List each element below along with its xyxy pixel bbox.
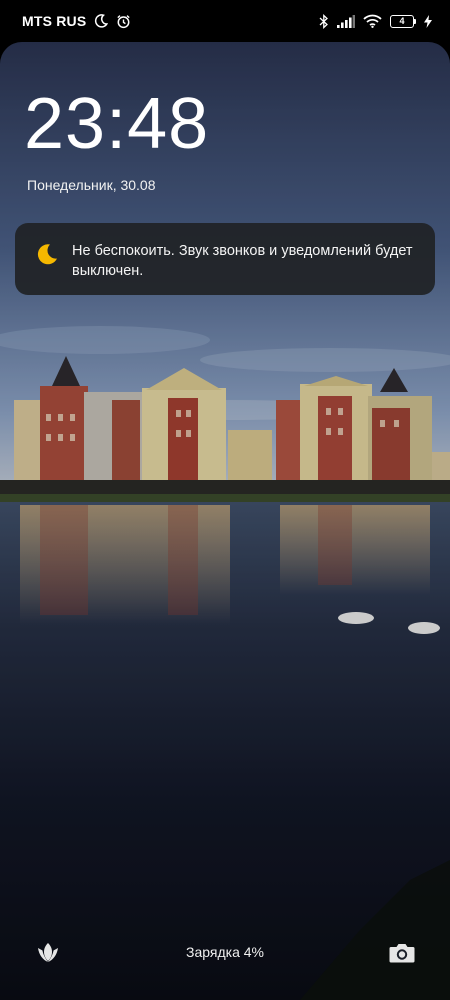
battery-icon: 4: [390, 14, 416, 28]
status-bar: MTS RUS 4: [0, 0, 450, 42]
camera-icon[interactable]: [388, 940, 416, 966]
carrier-label: MTS RUS: [22, 13, 87, 29]
lock-date: Понедельник, 30.08: [27, 177, 156, 193]
charging-bolt-icon: [424, 14, 432, 28]
notification-text: Не беспокоить. Звук звонков и уведомлени…: [72, 243, 413, 279]
wifi-icon: [363, 14, 382, 28]
charging-status: Зарядка 4%: [186, 944, 264, 960]
alarm-icon: [116, 14, 131, 29]
dnd-notification[interactable]: Не беспокоить. Звук звонков и уведомлени…: [15, 223, 435, 295]
bluetooth-icon: [319, 13, 329, 29]
signal-icon: [337, 14, 355, 28]
lock-clock: 23:48: [24, 84, 210, 164]
battery-level: 4: [390, 14, 414, 28]
moon-icon: [35, 242, 59, 266]
moon-icon: [94, 14, 109, 28]
